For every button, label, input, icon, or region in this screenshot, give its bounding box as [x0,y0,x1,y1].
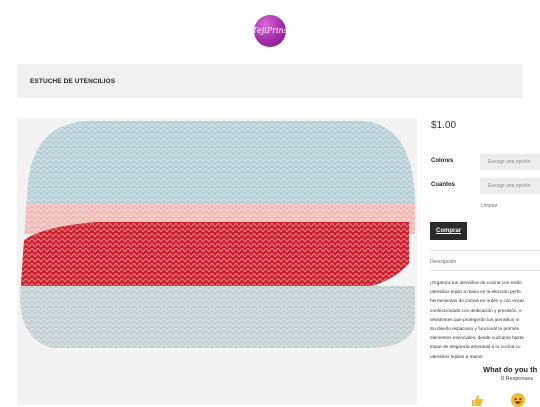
description-line: resistentes que protegerán tus utensilio… [430,316,520,322]
tab-description[interactable]: Descripción [430,259,456,265]
description-line: confeccionado con dedicación y precisión… [430,307,522,313]
description-line: Su diseño espacioso y funcional te permi… [430,326,520,332]
reactions-title: What do you th [483,365,538,374]
clear-options-link[interactable]: Limpiar [481,203,497,209]
option-label-colores: Colores [431,158,454,164]
buy-button[interactable]: Comprar [430,222,467,240]
product-image [17,118,417,405]
description-line: toque de elegancia artesanal a tu cocina… [430,344,521,350]
divider [430,270,540,271]
product-title: ESTUCHE DE UTENCILIOS [30,77,116,85]
logo-text: TejiPrins [254,26,286,35]
cuantos-select[interactable]: Escoge una opción [480,178,540,194]
product-image-gallery[interactable] [17,118,417,405]
divider [430,250,540,251]
product-title-bar: ESTUCHE DE UTENCILIOS [17,64,523,98]
description-line: utensilios tejidos a mano! [430,353,483,359]
description-line: herramientas de cocina en orden y con en… [430,298,525,304]
product-description: ¡Organiza tus utensilios de cocina con e… [430,278,540,361]
colores-select[interactable]: Escoge una opción [480,154,540,170]
description-line: utensilios tejido a mano es la elección … [430,289,521,295]
option-label-cuantos: Cuantos [431,182,455,188]
description-line: ¡Organiza tus utensilios de cocina con e… [430,280,522,285]
product-price: $1.00 [431,120,457,131]
description-line: elementos esenciales, desde cucharas has… [430,335,524,341]
reactions-count: 0 Responses [501,376,534,382]
site-logo[interactable]: TejiPrins [254,15,286,47]
